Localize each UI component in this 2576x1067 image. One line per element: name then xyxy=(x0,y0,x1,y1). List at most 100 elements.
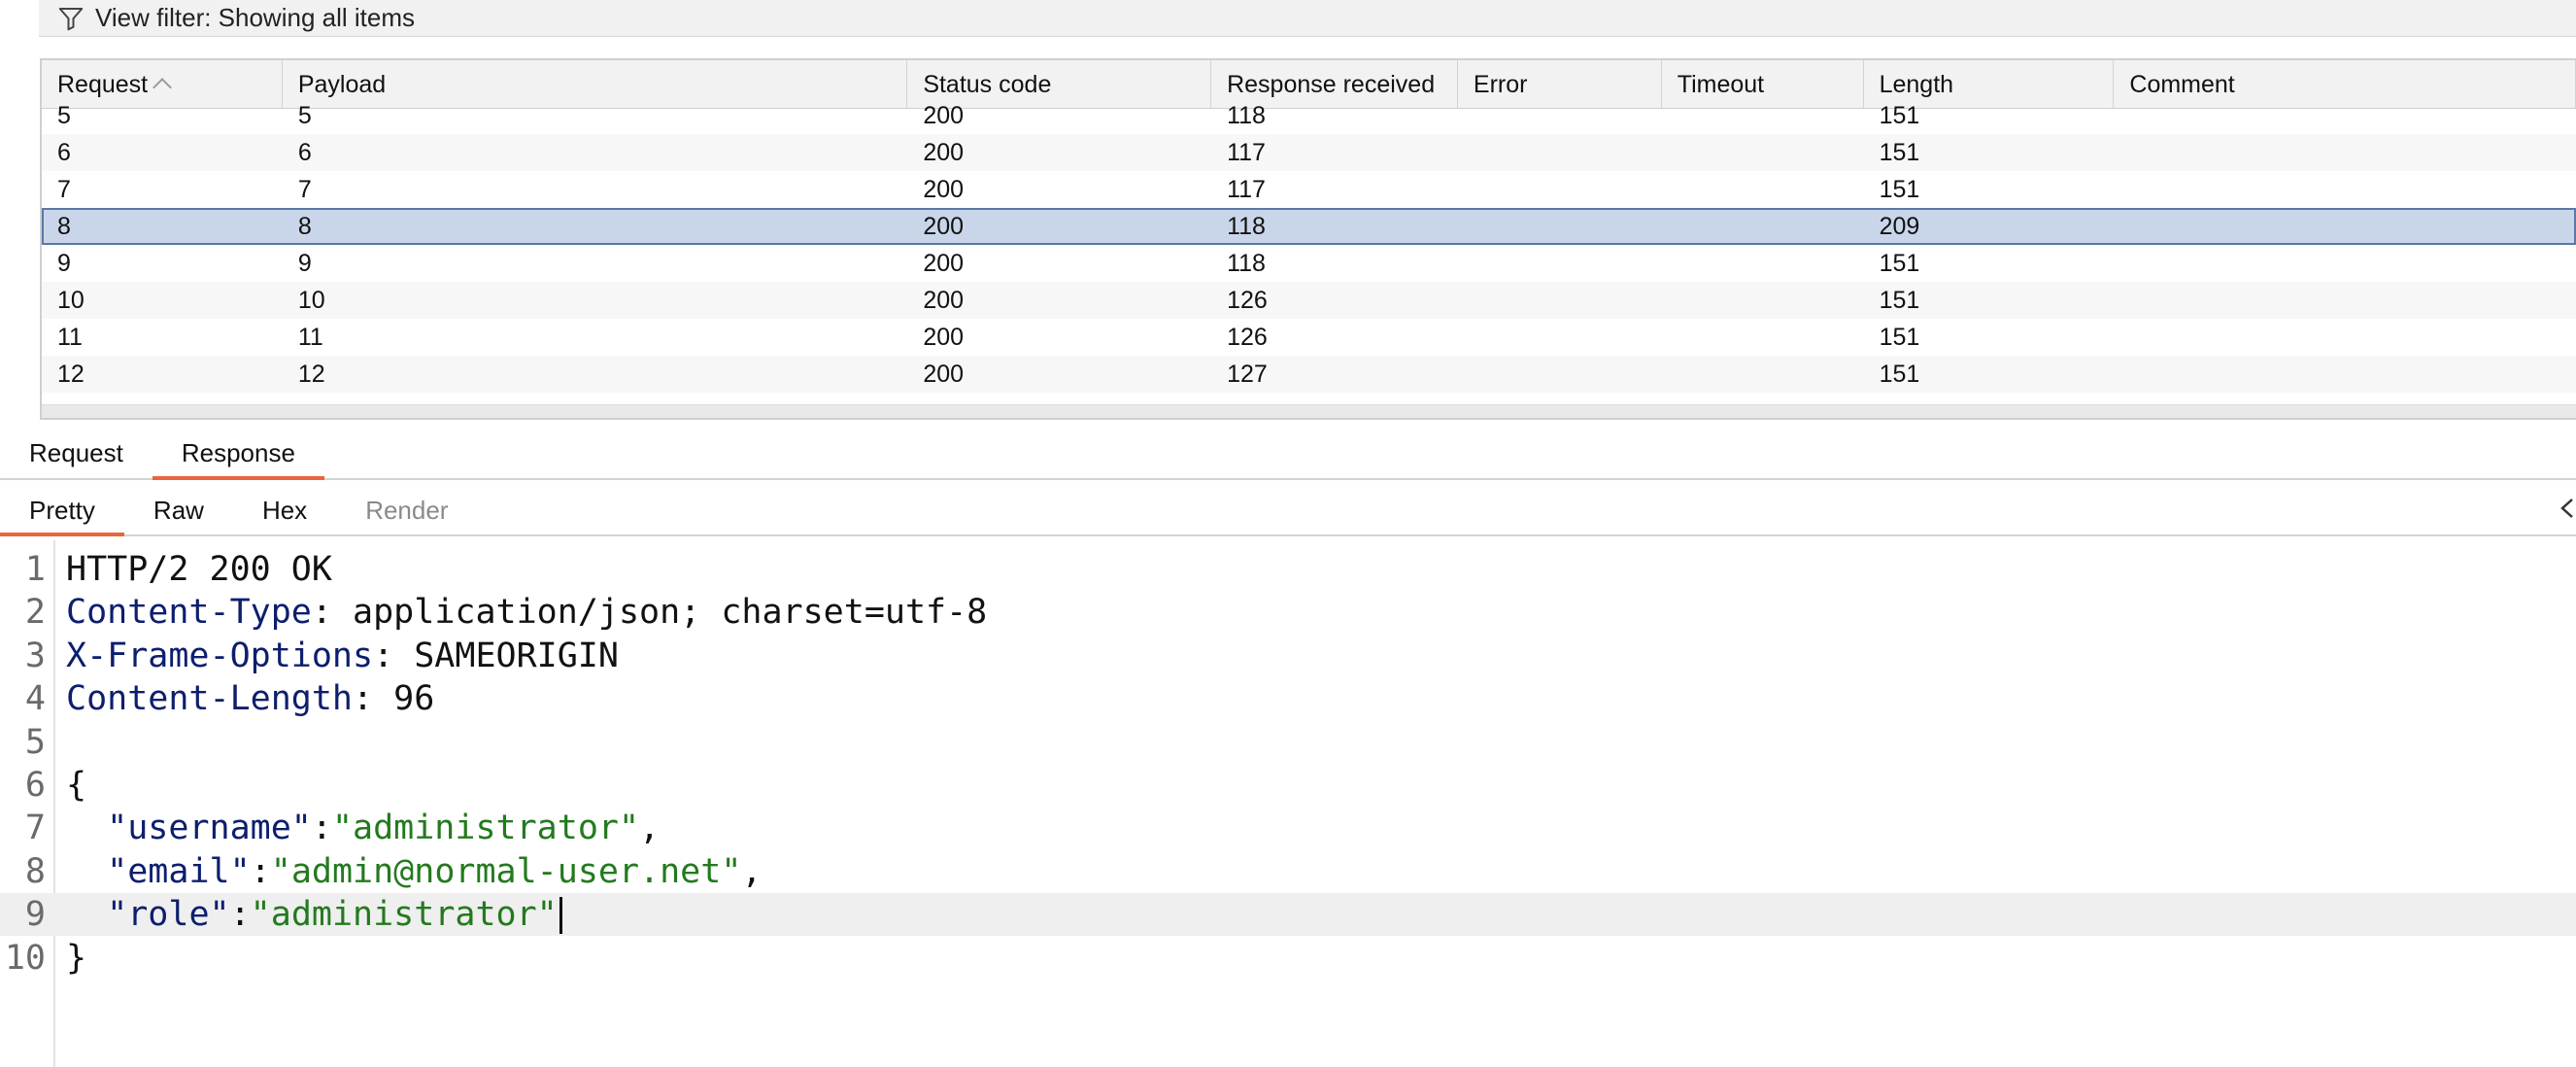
json-separator: , xyxy=(741,851,763,891)
table-cell: 151 xyxy=(1879,102,1920,129)
table-cell: 5 xyxy=(57,102,71,129)
line-content: { xyxy=(66,764,86,807)
line-content: "username":"administrator", xyxy=(107,809,661,848)
code-line: 4 Content-Length: 96 xyxy=(0,677,2576,720)
table-cell xyxy=(2114,208,2576,245)
json-value: "administrator" xyxy=(250,895,558,935)
status-line: HTTP/2 200 OK xyxy=(66,550,332,589)
table-cell: 200 xyxy=(923,250,965,277)
table-cell: 5 xyxy=(297,102,312,129)
table-cell: 9 xyxy=(57,250,71,277)
view-tab-pretty[interactable]: Pretty xyxy=(0,486,124,536)
response-editor[interactable]: 1 HTTP/2 200 OK 2 Content-Type: application… xyxy=(0,540,2576,1067)
header-name: Content-Type xyxy=(66,593,312,633)
table-cell: 118 xyxy=(1227,213,1266,240)
table-cell: 126 xyxy=(1227,324,1268,351)
table-cell xyxy=(1662,319,1864,356)
line-content: "role":"administrator" xyxy=(66,893,562,936)
text-caret xyxy=(559,897,562,935)
view-tab-raw[interactable]: Raw xyxy=(124,486,233,534)
view-filter-label: View filter: Showing all items xyxy=(95,3,415,32)
table-cell: 6 xyxy=(297,139,312,166)
tab-response[interactable]: Response xyxy=(152,431,324,480)
table-cell: 11 xyxy=(57,324,83,351)
line-content: HTTP/2 200 OK xyxy=(66,548,332,591)
table-cell xyxy=(1458,208,1662,245)
table-cell: 6 xyxy=(57,139,71,166)
table-cell xyxy=(1662,208,1864,245)
code-line: 7 "username":"administrator", xyxy=(0,807,2576,849)
table-cell: 151 xyxy=(1879,287,1920,314)
code-line: 3 X-Frame-Options: SAMEORIGIN xyxy=(0,635,2576,677)
table-cell xyxy=(2114,171,2576,208)
sort-ascending-icon xyxy=(153,78,173,97)
code-line: 6{ xyxy=(0,764,2576,807)
header-name: Content-Length xyxy=(66,679,354,719)
table-cell: 151 xyxy=(1879,139,1920,166)
table-row[interactable]: 8 8 200 118 209 xyxy=(42,208,2576,245)
chevron-icon[interactable] xyxy=(2555,494,2576,523)
table-cell xyxy=(1458,245,1662,282)
table-body: 5 5 200 118 151 6 6 200 117 151 7 7 200 117 151 8 8 200 11… xyxy=(42,97,2576,393)
json-key: "username" xyxy=(107,809,312,848)
line-number: 7 xyxy=(24,809,46,848)
table-cell xyxy=(1662,282,1864,319)
table-cell: 151 xyxy=(1879,361,1920,388)
table-cell: 117 xyxy=(1227,139,1266,166)
json-value: "administrator" xyxy=(331,809,640,848)
table-cell: 200 xyxy=(923,213,965,240)
code-line: 2 Content-Type: application/json; charset… xyxy=(0,591,2576,634)
table-cell: 8 xyxy=(297,213,312,240)
line-content: "email":"admin@normal-user.net", xyxy=(107,851,763,891)
line-number: 9 xyxy=(24,895,46,935)
message-tabs: Request Response xyxy=(0,431,2576,480)
close-brace: } xyxy=(66,938,87,978)
view-filter-bar[interactable]: View filter: Showing all items xyxy=(39,0,2576,37)
results-table: Request Payload Status code Response rec… xyxy=(40,58,2576,420)
line-number: 6 xyxy=(24,766,46,805)
table-cell xyxy=(1662,171,1864,208)
table-cell xyxy=(1458,171,1662,208)
table-row[interactable]: 7 7 200 117 151 xyxy=(42,171,2576,208)
line-number: 2 xyxy=(24,593,46,633)
table-cell: 200 xyxy=(923,324,965,351)
table-row[interactable]: 6 6 200 117 151 xyxy=(42,134,2576,171)
tab-request[interactable]: Request xyxy=(0,431,153,478)
table-cell: 11 xyxy=(297,324,323,351)
header-value: SAMEORIGIN xyxy=(414,636,619,675)
line-content: } xyxy=(66,937,86,980)
view-tab-hex[interactable]: Hex xyxy=(233,486,336,534)
table-cell: 200 xyxy=(923,176,965,203)
table-cell xyxy=(1662,245,1864,282)
code-line: 10} xyxy=(0,937,2576,980)
table-cell: 127 xyxy=(1227,361,1268,388)
horizontal-scrollbar[interactable] xyxy=(42,404,2576,418)
line-number: 1 xyxy=(24,550,46,589)
line-number: 5 xyxy=(24,722,46,762)
table-cell: 7 xyxy=(57,176,71,203)
table-cell xyxy=(2114,134,2576,171)
line-number: 3 xyxy=(24,636,46,675)
table-cell xyxy=(1458,97,1662,134)
funnel-icon xyxy=(58,7,84,30)
table-cell xyxy=(1458,134,1662,171)
table-cell: 12 xyxy=(57,361,85,388)
table-row[interactable]: 10 10 200 126 151 xyxy=(42,282,2576,319)
table-row[interactable]: 12 12 200 127 151 xyxy=(42,356,2576,393)
json-separator: , xyxy=(639,809,661,848)
table-cell xyxy=(1662,356,1864,393)
table-cell: 7 xyxy=(297,176,312,203)
table-cell xyxy=(2114,356,2576,393)
table-cell xyxy=(1458,282,1662,319)
table-row[interactable]: 11 11 200 126 151 xyxy=(42,319,2576,356)
table-cell: 200 xyxy=(923,102,965,129)
table-row[interactable]: 9 9 200 118 151 xyxy=(42,245,2576,282)
view-tabs: Pretty Raw Hex Render xyxy=(0,486,2576,536)
view-tab-render: Render xyxy=(365,496,449,525)
code-line: 8 "email":"admin@normal-user.net", xyxy=(0,850,2576,893)
table-row[interactable]: 5 5 200 118 151 xyxy=(42,97,2576,134)
table-cell: 200 xyxy=(923,287,965,314)
line-content: Content-Type: application/json; charset=… xyxy=(66,593,988,633)
table-cell xyxy=(1662,97,1864,134)
code-line: 5 xyxy=(0,721,2576,764)
